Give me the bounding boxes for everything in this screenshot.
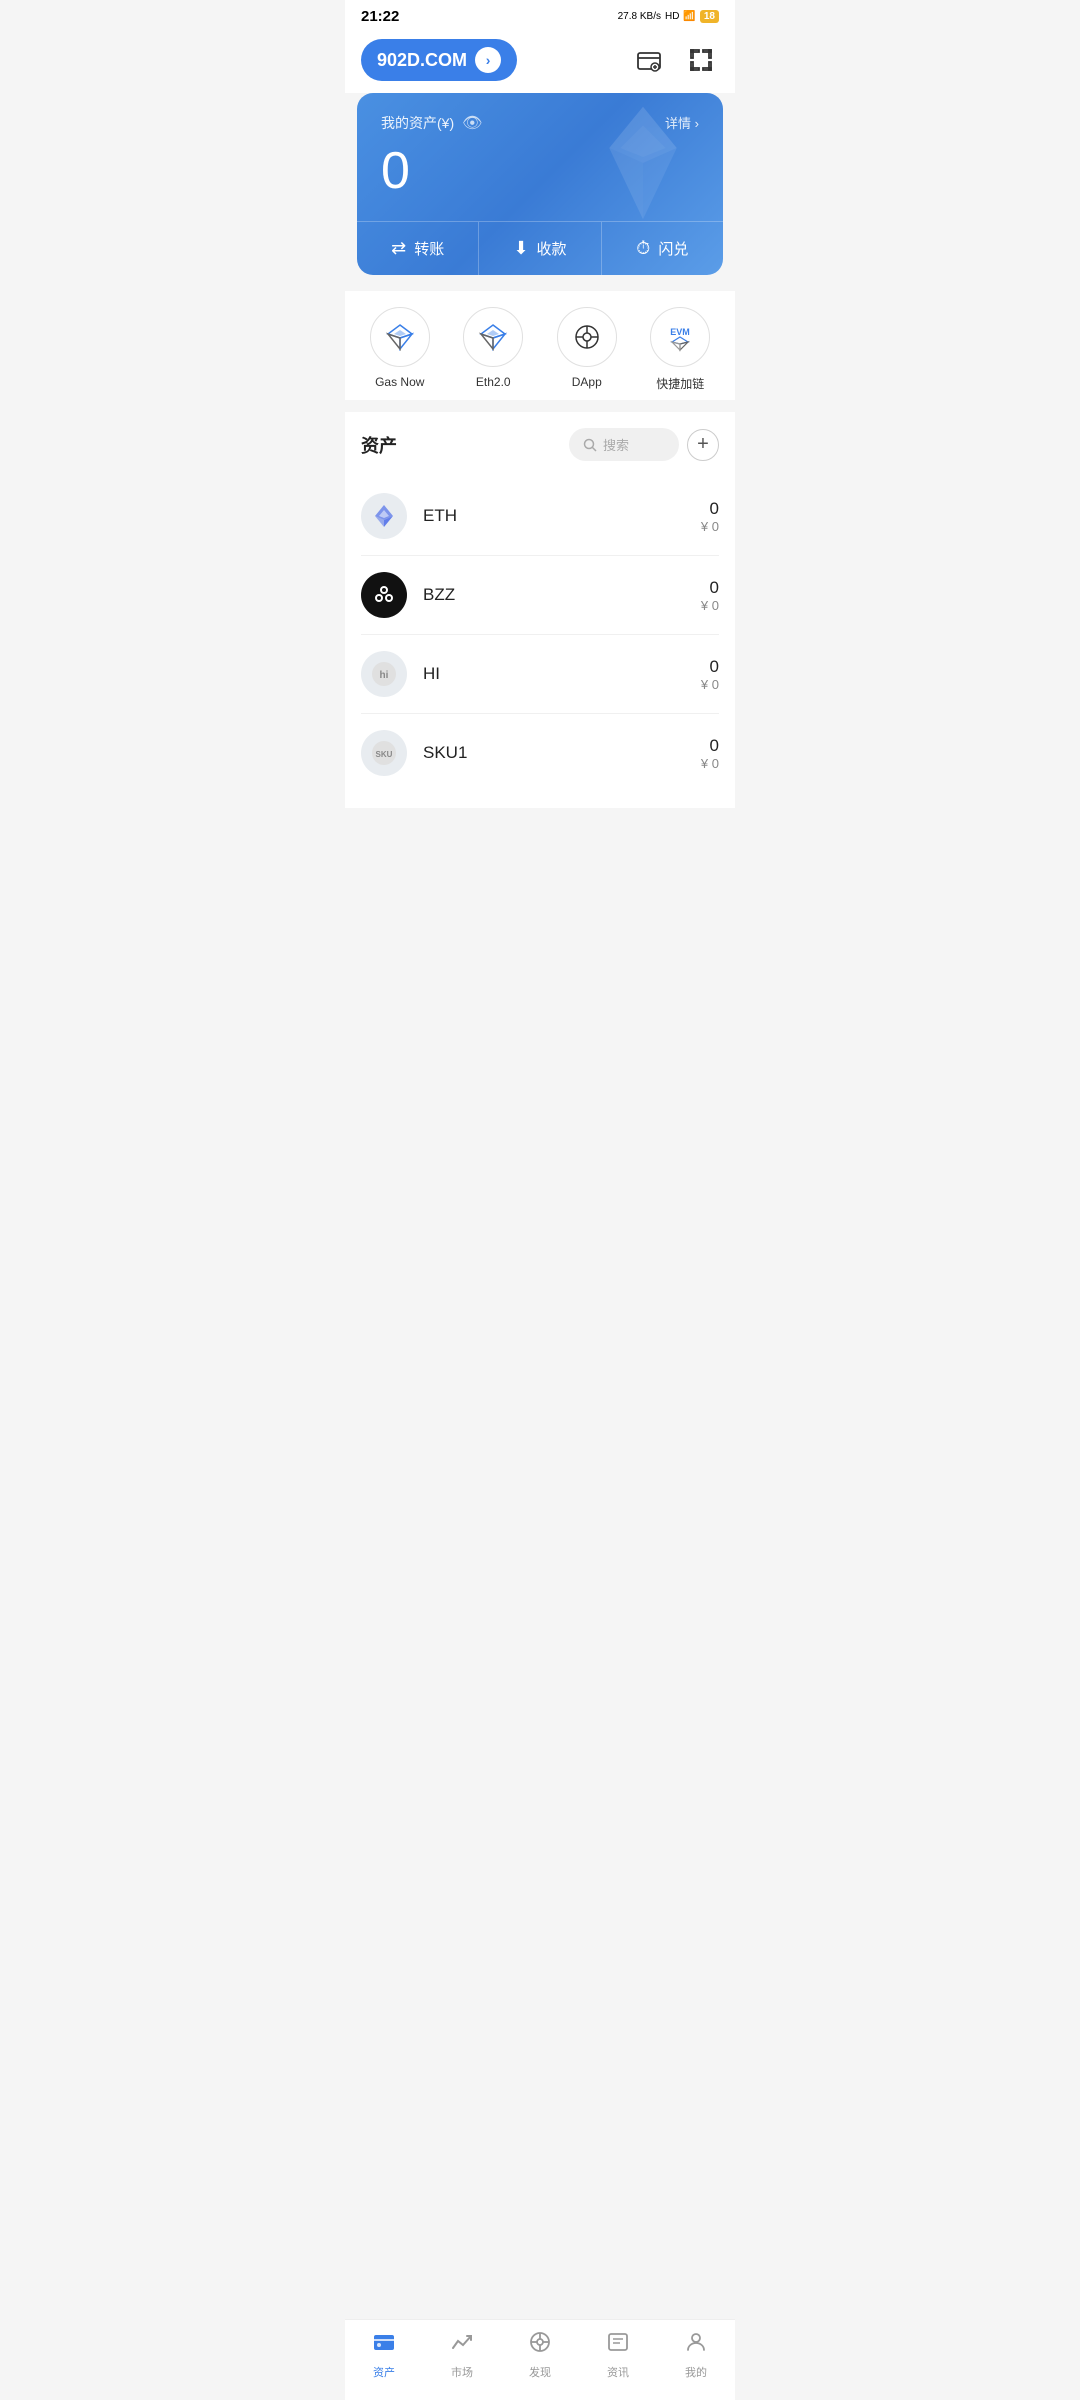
gas-now-icon	[370, 307, 430, 367]
search-input[interactable]: 搜索	[569, 428, 679, 461]
nav-item-assets[interactable]: 资产	[354, 2330, 414, 2380]
nav-item-discover[interactable]: 发现	[510, 2330, 570, 2380]
assets-nav-label: 资产	[373, 2364, 395, 2380]
nav-item-market[interactable]: 市场	[432, 2330, 492, 2380]
asset-label: 我的资产(¥) 👁	[381, 113, 482, 133]
receive-label: 收款	[537, 238, 567, 259]
eye-icon[interactable]: 👁	[462, 113, 482, 133]
svg-text:hi: hi	[380, 670, 389, 681]
dapp-icon	[557, 307, 617, 367]
asset-item-sku1[interactable]: SKU SKU1 0 ¥ 0	[361, 714, 719, 792]
signal-icon: 📶	[683, 11, 695, 22]
swap-label: 闪兑	[658, 238, 688, 259]
bottom-nav: 资产 市场 发现	[345, 2319, 735, 2400]
hi-value: 0 ¥ 0	[701, 657, 719, 692]
bzz-value: 0 ¥ 0	[701, 578, 719, 613]
news-nav-icon	[606, 2330, 630, 2360]
assets-nav-icon	[372, 2330, 396, 2360]
swap-action[interactable]: ⏱ 闪兑	[602, 222, 723, 275]
eth-value: 0 ¥ 0	[701, 499, 719, 534]
bzz-amount: 0	[701, 578, 719, 598]
receive-action[interactable]: ⬇ 收款	[479, 222, 601, 275]
brand-label: 902D.COM	[377, 50, 467, 71]
add-asset-button[interactable]: +	[687, 429, 719, 461]
transfer-action[interactable]: ⇄ 转账	[357, 222, 479, 275]
receive-icon: ⬇	[513, 238, 528, 259]
quick-item-gas[interactable]: Gas Now	[370, 307, 430, 392]
quick-item-evm[interactable]: EVM 快捷加链	[650, 307, 710, 392]
card-actions: ⇄ 转账 ⬇ 收款 ⏱ 闪兑	[357, 221, 723, 275]
search-placeholder: 搜索	[603, 435, 629, 454]
quick-item-eth2[interactable]: Eth2.0	[463, 307, 523, 392]
status-icons: 27.8 KB/s HD 📶 18	[618, 10, 719, 23]
battery-icon: 18	[700, 10, 719, 23]
asset-list: ETH 0 ¥ 0 BZZ 0 ¥ 0	[361, 477, 719, 792]
eth-fiat: ¥ 0	[701, 519, 719, 534]
discover-nav-label: 发现	[529, 2364, 551, 2380]
asset-item-bzz[interactable]: BZZ 0 ¥ 0	[361, 556, 719, 635]
bzz-coin-icon	[361, 572, 407, 618]
asset-section-header: 资产 搜索 +	[361, 428, 719, 461]
asset-card: 我的资产(¥) 👁 详情 › 0 ⇄ 转账 ⬇ 收款 ⏱ 闪兑	[357, 93, 723, 275]
transfer-label: 转账	[414, 238, 444, 259]
header: 902D.COM ›	[345, 29, 735, 93]
bzz-fiat: ¥ 0	[701, 598, 719, 613]
hd-badge: HD	[665, 11, 679, 22]
profile-nav-label: 我的	[685, 2364, 707, 2380]
brand-arrow-icon: ›	[475, 47, 501, 73]
header-actions	[631, 42, 719, 78]
brand-button[interactable]: 902D.COM ›	[361, 39, 517, 81]
profile-nav-icon	[684, 2330, 708, 2360]
eth-diamond-bg	[583, 103, 703, 223]
news-nav-label: 资讯	[607, 2364, 629, 2380]
gas-now-label: Gas Now	[375, 375, 424, 389]
transfer-icon: ⇄	[391, 238, 406, 259]
swap-icon: ⏱	[636, 238, 650, 259]
quick-menu: Gas Now Eth2.0 DApp	[345, 291, 735, 400]
svg-text:EVM: EVM	[670, 327, 690, 337]
search-icon	[583, 438, 597, 452]
eth2-icon	[463, 307, 523, 367]
speed-text: 27.8 KB/s	[618, 11, 661, 22]
status-time: 21:22	[361, 8, 399, 25]
eth-amount: 0	[701, 499, 719, 519]
sku1-coin-icon: SKU	[361, 730, 407, 776]
nav-item-profile[interactable]: 我的	[666, 2330, 726, 2380]
section-title: 资产	[361, 432, 397, 458]
evm-label: 快捷加链	[656, 375, 704, 392]
hi-coin-icon: hi	[361, 651, 407, 697]
eth-name: ETH	[423, 506, 701, 526]
discover-nav-icon	[528, 2330, 552, 2360]
hi-name: HI	[423, 664, 701, 684]
eth2-label: Eth2.0	[476, 375, 511, 389]
nav-item-news[interactable]: 资讯	[588, 2330, 648, 2380]
hi-fiat: ¥ 0	[701, 677, 719, 692]
dapp-label: DApp	[572, 375, 602, 389]
asset-item-eth[interactable]: ETH 0 ¥ 0	[361, 477, 719, 556]
scan-icon[interactable]	[683, 42, 719, 78]
market-nav-label: 市场	[451, 2364, 473, 2380]
hi-amount: 0	[701, 657, 719, 677]
evm-icon: EVM	[650, 307, 710, 367]
search-area: 搜索 +	[569, 428, 719, 461]
bzz-name: BZZ	[423, 585, 701, 605]
eth-coin-icon	[361, 493, 407, 539]
asset-section: 资产 搜索 + ETH	[345, 412, 735, 808]
asset-item-hi[interactable]: hi HI 0 ¥ 0	[361, 635, 719, 714]
sku1-value: 0 ¥ 0	[701, 736, 719, 771]
quick-item-dapp[interactable]: DApp	[557, 307, 617, 392]
sku1-amount: 0	[701, 736, 719, 756]
wallet-add-icon[interactable]	[631, 42, 667, 78]
status-bar: 21:22 27.8 KB/s HD 📶 18	[345, 0, 735, 29]
sku1-fiat: ¥ 0	[701, 756, 719, 771]
market-nav-icon	[450, 2330, 474, 2360]
sku1-name: SKU1	[423, 743, 701, 763]
svg-text:SKU: SKU	[376, 750, 393, 759]
